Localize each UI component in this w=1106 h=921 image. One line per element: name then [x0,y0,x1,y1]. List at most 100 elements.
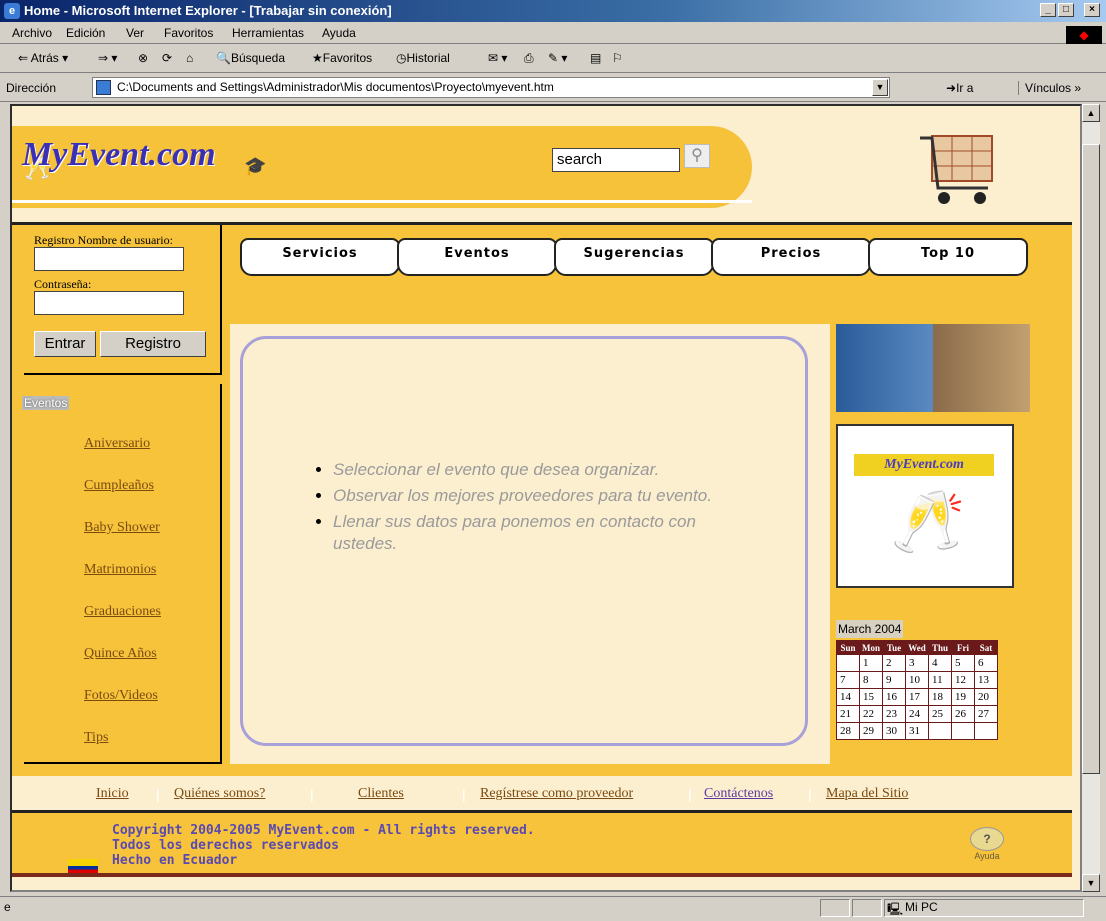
event-link-baby-shower[interactable]: Baby Shower [84,520,160,536]
scroll-down-icon[interactable]: ▼ [1082,874,1100,892]
menu-ver[interactable]: Ver [126,26,144,40]
tab-sugerencias[interactable]: Sugerencias [554,238,714,276]
calendar-cell[interactable]: 22 [859,705,883,723]
help-button[interactable]: ? Ayuda [962,827,1012,867]
footer-link-contactenos[interactable]: Contáctenos [704,786,773,802]
calendar-cell[interactable] [974,722,998,740]
calendar-cell[interactable]: 16 [882,688,906,706]
address-dropdown-icon[interactable]: ▼ [872,79,888,96]
minimize-button[interactable]: _ [1040,3,1056,17]
info-box: Seleccionar el evento que desea organiza… [240,336,808,746]
calendar-cell[interactable] [951,722,975,740]
calendar-cell[interactable]: 11 [928,671,952,689]
calendar-cell[interactable]: 20 [974,688,998,706]
calendar-cell[interactable]: 23 [882,705,906,723]
history-button[interactable]: ◷Historial [396,51,450,65]
enter-button[interactable]: Entrar [34,331,96,357]
calendar-cell[interactable]: 12 [951,671,975,689]
event-link-tips[interactable]: Tips [84,730,108,746]
footer-link-quienes[interactable]: Quiénes somos? [174,786,265,802]
calendar-cell[interactable]: 14 [836,688,860,706]
event-link-quince-anos[interactable]: Quince Años [84,646,157,662]
print-icon[interactable]: ⎙ [524,51,534,66]
separator: | [688,786,692,802]
footer-link-proveedor[interactable]: Regístrese como proveedor [480,786,633,802]
event-link-aniversario[interactable]: Aniversario [84,436,150,452]
menu-favoritos[interactable]: Favoritos [164,26,213,40]
calendar-cell[interactable]: 9 [882,671,906,689]
links-button[interactable]: Vínculos » [1018,81,1081,95]
maximize-button[interactable]: □ [1058,3,1074,17]
scroll-up-icon[interactable]: ▲ [1082,104,1100,122]
toolbar: ⇐ Atrás ▾ ⇒ ▾ ⊗ ⟳ ⌂ 🔍Búsqueda ★Favoritos… [0,45,1106,73]
address-input[interactable]: C:\Documents and Settings\Administrador\… [92,77,890,98]
calendar-cell[interactable]: 28 [836,722,860,740]
calendar-cell[interactable] [836,654,860,672]
search-input[interactable]: search [552,148,680,172]
favorites-button[interactable]: ★Favoritos [312,51,372,65]
calendar-cell[interactable]: 29 [859,722,883,740]
calendar-cell[interactable]: 31 [905,722,929,740]
tab-servicios[interactable]: Servicios [240,238,400,276]
back-button[interactable]: ⇐ Atrás ▾ [18,51,68,65]
calendar-cell[interactable]: 24 [905,705,929,723]
stop-icon[interactable]: ⊗ [138,51,148,65]
menu-edicion[interactable]: Edición [66,26,105,40]
password-field[interactable] [34,291,184,315]
calendar-cell[interactable]: 1 [859,654,883,672]
calendar-cell[interactable]: 30 [882,722,906,740]
calendar-cell[interactable]: 27 [974,705,998,723]
event-link-fotos-videos[interactable]: Fotos/Videos [84,688,158,704]
tab-eventos[interactable]: Eventos [397,238,557,276]
event-link-cumpleanos[interactable]: Cumpleaños [84,478,154,494]
go-button[interactable]: ➜Ir a [946,81,973,95]
mail-icon[interactable]: ✉ ▾ [488,51,507,65]
calendar-cell[interactable]: 13 [974,671,998,689]
menu-ayuda[interactable]: Ayuda [322,26,356,40]
event-link-matrimonios[interactable]: Matrimonios [84,562,156,578]
calendar-cell[interactable]: 19 [951,688,975,706]
search-button[interactable]: 🔍Búsqueda [216,51,285,65]
menu-archivo[interactable]: Archivo [12,26,52,40]
calendar-cell[interactable]: 17 [905,688,929,706]
event-link-graduaciones[interactable]: Graduaciones [84,604,161,620]
calendar-cell[interactable] [928,722,952,740]
calendar-cell[interactable]: 5 [951,654,975,672]
calendar-cell[interactable]: 6 [974,654,998,672]
calendar-cell[interactable]: 10 [905,671,929,689]
username-field[interactable] [34,247,184,271]
refresh-icon[interactable]: ⟳ [162,51,172,65]
footer-link-inicio[interactable]: Inicio [96,786,129,802]
page-icon [96,80,111,95]
register-button[interactable]: Registro [100,331,206,357]
calendar-cell[interactable]: 8 [859,671,883,689]
calendar-cell[interactable]: 4 [928,654,952,672]
close-button[interactable]: × [1084,3,1100,17]
ecuador-flag-icon [68,859,98,873]
calendar-cell[interactable]: 3 [905,654,929,672]
tab-precios[interactable]: Precios [711,238,871,276]
calendar-cell[interactable]: 2 [882,654,906,672]
home-icon[interactable]: ⌂ [186,51,193,65]
calendar-cell[interactable]: 7 [836,671,860,689]
calendar-cell[interactable]: 25 [928,705,952,723]
shopping-cart-icon[interactable] [912,126,1002,216]
scroll-thumb[interactable] [1082,144,1100,774]
footer-links: Inicio | Quiénes somos? | Clientes | Reg… [12,776,1072,806]
windows-logo-icon: ◆ [1066,26,1102,44]
site-logo[interactable]: MyEvent.com [22,136,216,174]
tab-top10[interactable]: Top 10 [868,238,1028,276]
edit-icon[interactable]: ✎ ▾ [548,51,567,65]
menu-herramientas[interactable]: Herramientas [232,26,304,40]
forward-button[interactable]: ⇒ ▾ [98,51,117,65]
search-icon[interactable]: ⚲ [684,144,710,168]
vertical-scrollbar[interactable]: ▲ ▼ [1082,104,1100,892]
calendar-cell[interactable]: 15 [859,688,883,706]
messenger-icon[interactable]: ⚐ [612,51,623,65]
footer-link-clientes[interactable]: Clientes [358,786,404,802]
calendar-cell[interactable]: 21 [836,705,860,723]
calendar-cell[interactable]: 26 [951,705,975,723]
discuss-icon[interactable]: ▤ [590,51,601,65]
footer-link-mapa[interactable]: Mapa del Sitio [826,786,908,802]
calendar-cell[interactable]: 18 [928,688,952,706]
